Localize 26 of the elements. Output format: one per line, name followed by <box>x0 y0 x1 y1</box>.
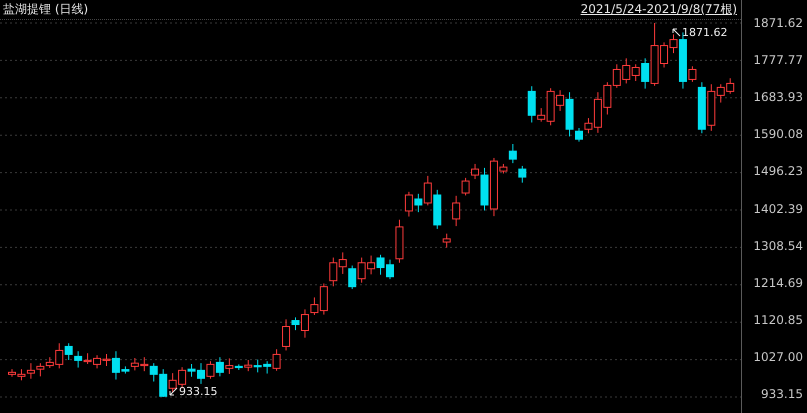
date-range: 2021/5/24-2021/9/8(77根) <box>580 1 737 18</box>
candlestick <box>442 233 451 248</box>
arrow-icon <box>169 387 178 396</box>
candlestick <box>452 195 460 227</box>
axis-label: 1402.39 <box>752 200 804 218</box>
high-price-label: 1871.62 <box>682 26 728 39</box>
low-price-label: 933.15 <box>179 385 218 398</box>
candlestick <box>566 92 574 137</box>
axis-label: 1214.69 <box>752 274 804 292</box>
axis-label: 933.15 <box>760 386 804 404</box>
axis-label: 1871.62 <box>752 14 804 32</box>
arrow-icon <box>672 28 681 37</box>
candlestick <box>225 358 234 374</box>
candlestick <box>480 167 488 212</box>
axis-label: 1496.23 <box>752 163 804 180</box>
axis-label: 1027.00 <box>752 349 804 366</box>
axis-label: 1590.08 <box>752 126 804 144</box>
candlestick <box>528 86 536 123</box>
axis-label: 1777.77 <box>752 52 804 69</box>
candlestick <box>36 362 44 377</box>
axis-label: 1120.85 <box>752 312 804 330</box>
chart-title: 盐湖提锂 (日线) <box>3 1 88 18</box>
axis-label: 1683.93 <box>752 88 804 106</box>
candlestick <box>74 350 82 368</box>
axis-label: 1308.54 <box>752 238 804 255</box>
candlestick <box>26 362 35 380</box>
